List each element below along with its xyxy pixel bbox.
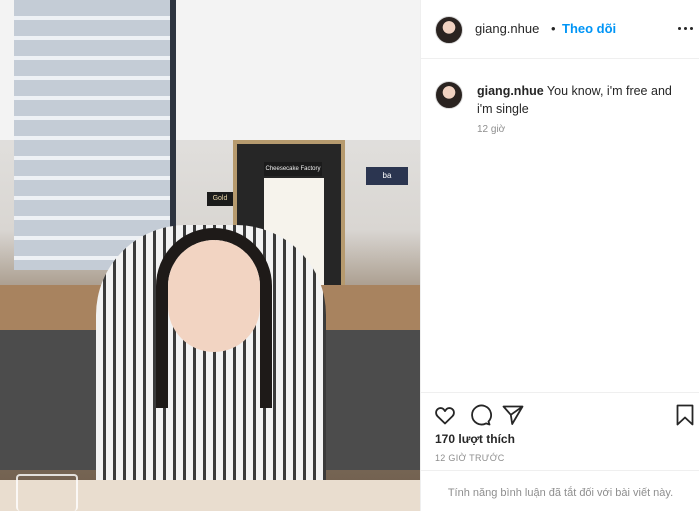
photo-sign-bakery: Cheesecake Factory [264,162,322,176]
bookmark-icon[interactable] [673,403,697,427]
caption-text: giang.nhue You know, i'm free and i'm si… [477,82,689,118]
action-bar [421,392,699,434]
photo-glass-cup [16,474,78,511]
comment-icon[interactable] [468,403,492,427]
share-icon[interactable] [501,403,525,427]
caption-username[interactable]: giang.nhue [477,84,544,98]
post-panel: giang.nhue • Theo dõi giang.nhue You kno… [420,0,699,511]
header-separator: • [551,21,556,36]
follow-button[interactable]: Theo dõi [562,21,616,36]
more-options-icon[interactable] [678,20,694,36]
caption-avatar[interactable] [435,81,463,109]
photo-sign-shop: ba [366,167,408,185]
photo-sign-gold: Gold [207,192,233,206]
post-header: giang.nhue • Theo dõi [421,0,699,59]
post-photo[interactable]: Cheesecake Factory Gold ba [0,0,420,511]
comments-disabled-notice: Tính năng bình luận đã tắt đối với bài v… [421,470,699,511]
likes-count[interactable]: 170 lượt thích [435,432,515,446]
avatar[interactable] [435,16,463,44]
heart-icon[interactable] [433,403,457,427]
header-username[interactable]: giang.nhue [475,21,539,36]
photo-glass-panel [14,0,176,270]
posted-time: 12 GIỜ TRƯỚC [435,453,505,463]
caption-time: 12 giờ [477,124,506,135]
photo-face [168,240,260,352]
